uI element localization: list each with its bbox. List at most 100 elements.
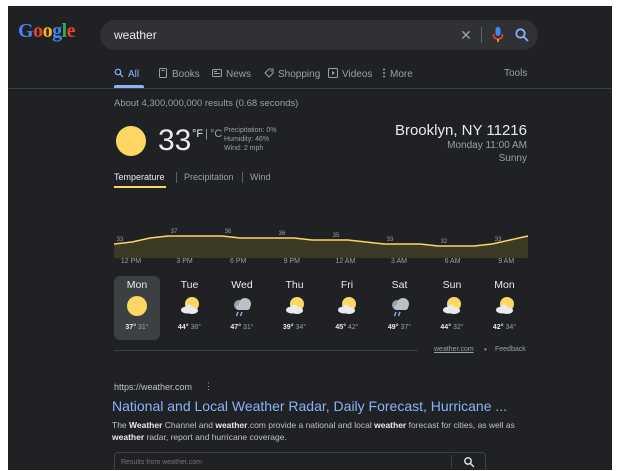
weather-condition: Sunny xyxy=(498,153,527,164)
snippet-highlight: weather xyxy=(374,420,407,430)
tab-shopping[interactable]: Shopping xyxy=(264,68,320,80)
day-high: 47° xyxy=(230,324,241,331)
day-high: 44° xyxy=(177,324,189,331)
video-icon xyxy=(328,68,338,78)
day-forecast-mon[interactable]: Mon 42° 34° xyxy=(482,276,528,340)
logo-letter: o xyxy=(42,20,53,42)
humidity-text: Humidity: 46% xyxy=(224,136,270,143)
day-forecast-thu[interactable]: Thu 39° 34° xyxy=(272,276,318,340)
day-temperatures: 44° 32° xyxy=(429,324,475,331)
celsius-toggle[interactable]: °C xyxy=(210,128,222,140)
hour-tick-label: 12 AM xyxy=(335,258,356,265)
temperature-point-label: 35 xyxy=(333,233,340,239)
tab-wind[interactable]: Wind xyxy=(250,172,271,182)
day-low: 31° xyxy=(138,324,149,331)
snippet-text: forecast for cities, as well as xyxy=(406,420,515,430)
fahrenheit-toggle[interactable]: °F xyxy=(192,128,203,140)
hour-tick-label: 12 PM xyxy=(120,258,142,265)
day-forecast-tue[interactable]: Tue 44° 38° xyxy=(167,276,213,340)
weather-tab-indicator xyxy=(114,186,166,188)
logo-letter: G xyxy=(18,20,34,42)
hour-tick-label: 9 AM xyxy=(498,258,515,265)
day-low: 38° xyxy=(190,324,202,331)
hour-tick-label: 3 PM xyxy=(176,258,193,265)
logo-letter: o xyxy=(33,20,43,42)
site-search-input[interactable] xyxy=(121,456,441,468)
temperature-point-label: 33 xyxy=(117,237,124,243)
day-name: Mon xyxy=(494,279,515,291)
tools-button[interactable]: Tools xyxy=(504,68,527,79)
tab-more[interactable]: More xyxy=(382,68,413,80)
day-high: 39° xyxy=(282,324,294,331)
day-temperatures: 45° 42° xyxy=(324,324,370,331)
unit-separator: | xyxy=(205,128,208,140)
day-high: 44° xyxy=(440,324,451,331)
tab-books[interactable]: Books xyxy=(158,68,200,80)
day-temperatures: 37° 31° xyxy=(114,324,160,331)
day-temperatures: 39° 34° xyxy=(272,324,318,331)
tab-news[interactable]: News xyxy=(212,68,251,80)
tab-all[interactable]: All xyxy=(114,68,139,80)
weather-source-link[interactable]: weather.com xyxy=(434,346,474,353)
location-title: Brooklyn, NY 11216 xyxy=(394,122,527,139)
temperature-point-label: 36 xyxy=(225,229,232,235)
result-title-link[interactable]: National and Local Weather Radar, Daily … xyxy=(112,398,507,414)
partly-sunny-icon xyxy=(493,294,517,318)
snippet-text: Channel and xyxy=(162,420,216,430)
tab-temperature[interactable]: Temperature xyxy=(114,172,165,182)
search-icon[interactable] xyxy=(514,27,530,43)
tabs-divider xyxy=(8,88,612,89)
result-menu-icon[interactable]: ⋮ xyxy=(204,381,213,392)
microphone-icon[interactable] xyxy=(492,27,504,43)
sun-icon xyxy=(116,126,146,156)
tab-label: Videos xyxy=(342,69,373,80)
logo-letter: g xyxy=(52,20,62,42)
partly-sunny-icon xyxy=(440,294,464,318)
tab-precipitation[interactable]: Precipitation xyxy=(184,172,234,182)
search-icon[interactable] xyxy=(463,456,475,468)
feedback-link[interactable]: Feedback xyxy=(495,346,526,353)
tab-videos[interactable]: Videos xyxy=(328,68,372,80)
day-temperatures: 42° 34° xyxy=(482,324,528,331)
snippet-highlight: Weather xyxy=(129,420,163,430)
day-name: Sat xyxy=(391,279,408,291)
hour-tick-label: 3 AM xyxy=(391,258,407,265)
tab-label: News xyxy=(226,69,252,80)
day-forecast-sun[interactable]: Sun 44° 32° xyxy=(429,276,475,340)
wind-text: Wind: 2 mph xyxy=(224,145,264,152)
search-bar-divider xyxy=(481,27,482,43)
tag-icon xyxy=(264,68,274,78)
tab-label: All xyxy=(128,69,140,80)
snippet-text: .com provide a national and local xyxy=(247,420,375,430)
day-low: 32° xyxy=(453,324,464,331)
search-bar: ✕ xyxy=(100,20,538,50)
day-forecast-mon[interactable]: Mon 37° 31° xyxy=(114,276,160,340)
day-low: 34° xyxy=(505,324,517,331)
search-icon xyxy=(114,68,124,78)
snippet-text: The xyxy=(112,420,130,430)
day-temperatures: 47° 31° xyxy=(219,324,265,331)
hour-tick-label: 6 PM xyxy=(230,258,247,265)
rain-icon xyxy=(230,294,254,318)
temperature-point-label: 33 xyxy=(495,237,502,243)
day-high: 42° xyxy=(492,324,504,331)
hour-tick-label: 6 AM xyxy=(444,258,461,265)
day-forecast-fri[interactable]: Fri 45° 42° xyxy=(324,276,370,340)
unit-toggle: °F | °C xyxy=(192,128,222,140)
rain-icon xyxy=(388,294,412,318)
sun-icon xyxy=(125,294,149,318)
day-name: Tue xyxy=(180,279,199,291)
day-forecast-wed[interactable]: Wed 47° 31° xyxy=(219,276,265,340)
day-name: Thu xyxy=(285,279,304,291)
search-input[interactable] xyxy=(114,27,414,43)
close-icon[interactable]: ✕ xyxy=(458,26,474,44)
site-search-divider xyxy=(451,455,452,469)
google-logo[interactable]: Google xyxy=(18,20,76,43)
news-icon xyxy=(212,69,222,77)
weather-tab-separator xyxy=(242,172,243,183)
partly-sunny-icon xyxy=(335,294,359,318)
day-low: 42° xyxy=(348,324,359,331)
result-url[interactable]: https://weather.com xyxy=(114,382,192,392)
day-forecast-sat[interactable]: Sat 49° 37° xyxy=(377,276,423,340)
day-high: 49° xyxy=(387,324,399,331)
